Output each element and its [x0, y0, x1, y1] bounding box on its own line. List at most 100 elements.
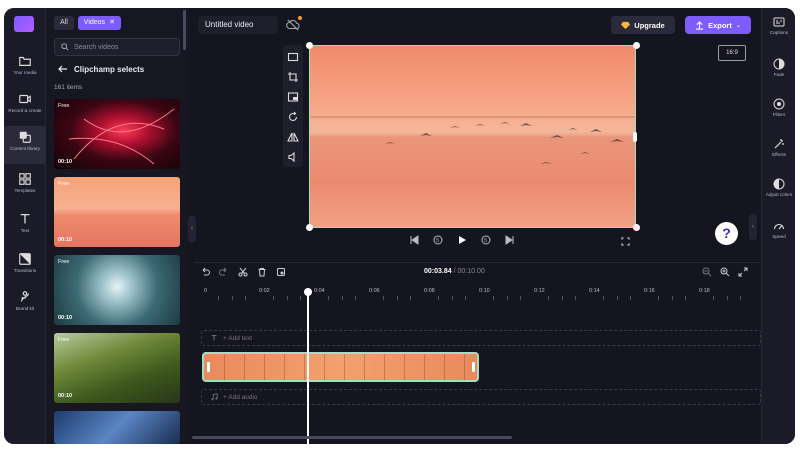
video-preview[interactable]	[309, 45, 636, 228]
resize-handle[interactable]	[633, 42, 640, 49]
rail-item-filters[interactable]: Filters	[762, 98, 795, 117]
rail-item-templates[interactable]: Templates	[4, 168, 46, 206]
clipchamp-logo[interactable]	[14, 16, 34, 32]
pip-icon[interactable]	[287, 91, 299, 103]
clipchamp-editor: Your media Record & create Content libra…	[4, 8, 795, 444]
collapse-properties-button[interactable]: ‹	[749, 214, 757, 240]
close-icon[interactable]: ✕	[109, 19, 115, 26]
resize-handle[interactable]	[306, 42, 313, 49]
clip-frame-divider	[344, 354, 345, 380]
collection-title: Clipchamp selects	[74, 64, 145, 74]
export-button[interactable]: Export ⌄	[685, 16, 751, 34]
rail-item-your-media[interactable]: Your media	[4, 50, 46, 88]
playhead-handle[interactable]	[304, 288, 312, 296]
rotate-icon[interactable]	[287, 111, 299, 123]
rail-item-speed[interactable]: Speed	[762, 220, 795, 239]
zoom-in-icon[interactable]	[720, 267, 730, 277]
project-title[interactable]: Untitled video	[198, 16, 278, 34]
left-rail: Your media Record & create Content libra…	[4, 8, 46, 444]
ruler-tick	[712, 296, 714, 300]
rail-item-adjust-colors[interactable]: Adjust colors	[762, 178, 795, 197]
add-text-label: + Add text	[223, 334, 253, 342]
captions-icon	[773, 17, 785, 27]
skip-back-icon[interactable]	[409, 235, 419, 245]
upgrade-label: Upgrade	[634, 20, 665, 30]
text-track-dropzone[interactable]: + Add text	[201, 330, 761, 346]
rail-item-content-library[interactable]: Content library	[4, 126, 46, 164]
clip-frame-divider	[404, 354, 405, 380]
volume-icon[interactable]	[287, 151, 299, 163]
chip-all[interactable]: All	[54, 16, 74, 30]
resize-handle[interactable]	[633, 224, 640, 231]
svg-text:5: 5	[436, 238, 439, 244]
current-time: 00:03.84	[424, 268, 452, 275]
rewind-5-icon[interactable]: 5	[433, 235, 443, 245]
timeline-scrollbar[interactable]	[192, 436, 512, 439]
play-icon[interactable]	[457, 235, 467, 245]
rail-label: Record & create	[8, 108, 42, 113]
chip-videos[interactable]: Videos ✕	[77, 16, 121, 30]
forward-5-icon[interactable]: 5	[481, 235, 491, 245]
ruler-tick-label: 0:14	[589, 288, 600, 294]
rail-label: Content library	[10, 146, 40, 151]
media-panel: All Videos ✕ Search videos Clipchamp sele…	[46, 8, 188, 444]
ruler-tick-label: 0:18	[699, 288, 710, 294]
fit-icon[interactable]	[287, 51, 299, 63]
rail-item-fade[interactable]: Fade	[762, 58, 795, 77]
back-to-collections[interactable]: Clipchamp selects	[58, 64, 144, 74]
trash-icon[interactable]	[257, 267, 267, 277]
rail-item-effects[interactable]: Effects	[762, 138, 795, 157]
upgrade-button[interactable]: Upgrade	[611, 16, 675, 34]
resize-handle[interactable]	[306, 224, 313, 231]
speed-icon	[773, 223, 785, 230]
cloud-off-icon[interactable]	[286, 18, 300, 32]
ruler-tick	[630, 296, 632, 300]
clip-trim-handle-right[interactable]	[472, 362, 475, 372]
ruler-tick	[396, 296, 398, 300]
rail-label: Brand kit	[15, 306, 35, 311]
rail-item-captions[interactable]: Captions	[762, 16, 795, 35]
timeline-ruler[interactable]: 0 0:02 0:04 0:06 0:08 0:10 0:12 0:14 0:16 0:18	[200, 286, 761, 302]
music-note-icon	[211, 393, 218, 401]
ruler-tick-label: 0:02	[259, 288, 270, 294]
audio-track-dropzone[interactable]: + Add audio	[201, 389, 761, 405]
fullscreen-icon[interactable]	[621, 237, 630, 246]
ruler-tick	[740, 296, 742, 300]
video-thumbnail[interactable]: Free 00:10	[54, 177, 180, 247]
chip-label: All	[60, 19, 68, 26]
panel-scrollbar[interactable]	[183, 10, 186, 50]
fit-timeline-icon[interactable]	[738, 267, 748, 277]
zoom-out-icon[interactable]	[702, 267, 712, 277]
save-frame-icon[interactable]	[276, 267, 286, 277]
aspect-ratio-button[interactable]: 16:9	[718, 45, 746, 61]
clip-trim-handle-left[interactable]	[207, 362, 210, 372]
ruler-tick	[451, 296, 453, 300]
rail-item-brand-kit[interactable]: Brand kit	[4, 286, 46, 324]
redo-icon[interactable]	[219, 267, 229, 277]
video-thumbnail[interactable]	[54, 411, 180, 444]
ruler-tick	[327, 296, 329, 300]
ruler-tick	[671, 296, 673, 300]
clip-frame-divider	[444, 354, 445, 380]
ruler-tick	[726, 296, 728, 300]
collapse-panel-button[interactable]: ‹	[188, 216, 196, 242]
crop-icon[interactable]	[287, 71, 299, 83]
skip-forward-icon[interactable]	[505, 235, 515, 245]
undo-icon[interactable]	[200, 267, 210, 277]
help-button[interactable]: ?	[715, 222, 738, 245]
rail-item-transitions[interactable]: Transitions	[4, 248, 46, 286]
search-input[interactable]: Search videos	[54, 38, 180, 56]
video-clip[interactable]	[202, 352, 479, 382]
ruler-tick	[657, 296, 659, 300]
video-thumbnail[interactable]: Free 00:10	[54, 99, 180, 169]
scissors-icon[interactable]	[238, 267, 248, 277]
resize-handle[interactable]	[633, 132, 637, 142]
transitions-icon	[19, 253, 31, 265]
rail-label: Captions	[769, 30, 789, 35]
flip-icon[interactable]	[287, 131, 299, 143]
playhead[interactable]	[307, 290, 309, 444]
rail-item-text[interactable]: Text	[4, 208, 46, 246]
video-thumbnail[interactable]: Free 00:10	[54, 255, 180, 325]
rail-item-record-create[interactable]: Record & create	[4, 88, 46, 126]
video-thumbnail[interactable]: Free 00:10	[54, 333, 180, 403]
